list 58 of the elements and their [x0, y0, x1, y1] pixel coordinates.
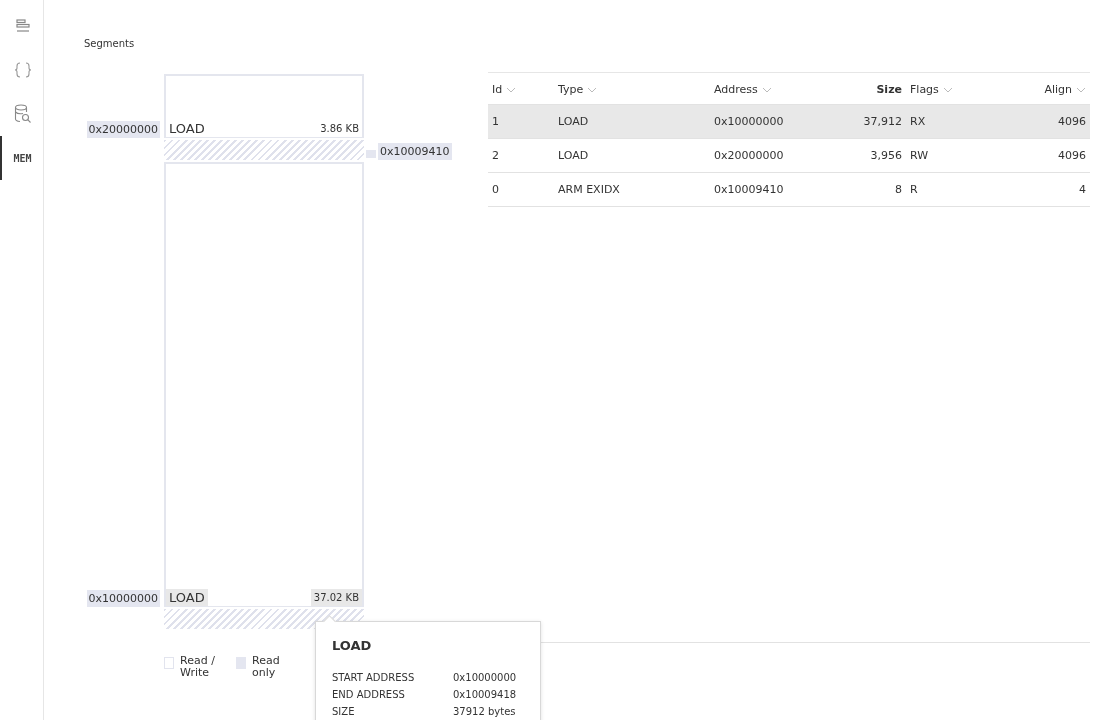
chevron-icon	[942, 87, 953, 93]
table-row[interactable]: 2 LOAD 0x20000000 3,956 RW 4096	[488, 138, 1090, 173]
address-label: 0x20000000	[86, 121, 160, 139]
chevron-icon	[587, 87, 598, 93]
table-cell: 0x20000000	[710, 138, 848, 173]
table-cell: 4096	[1014, 138, 1090, 173]
segment-name: LOAD	[168, 120, 206, 138]
table-cell: 8	[848, 172, 906, 207]
table-cell: 3,956	[848, 138, 906, 173]
table-cell: 1	[488, 104, 554, 139]
tooltip-value: 0x10009418	[453, 688, 517, 702]
tooltip-label: END ADDRESS	[332, 688, 406, 702]
segment-block[interactable]: LOAD 3.86 KB	[164, 74, 364, 139]
column-header[interactable]: Id	[488, 72, 554, 105]
tooltip-value: 0x10000000	[453, 671, 517, 685]
table-row[interactable]: 1 LOAD 0x10000000 37,912 RX 4096	[488, 104, 1090, 139]
segment-size: 37.02 KB	[310, 589, 362, 606]
table-cell: 0	[488, 172, 554, 207]
table-cell: 0x10000000	[710, 104, 848, 139]
column-header[interactable]: Type	[554, 72, 710, 105]
table-cell: RW	[906, 138, 1014, 173]
braces-icon	[13, 62, 32, 78]
table-cell: LOAD	[554, 104, 710, 139]
table-cell: 0x10009410	[710, 172, 848, 207]
chevron-icon	[761, 87, 772, 93]
table-cell: 4096	[1014, 104, 1090, 139]
segment-size: 3.86 KB	[319, 122, 360, 137]
table-cell: ARM EXIDX	[554, 172, 710, 207]
legend-swatch	[164, 657, 174, 669]
column-header[interactable]: Size	[848, 72, 906, 105]
table-cell: R	[906, 172, 1014, 207]
table-cell: LOAD	[554, 138, 710, 173]
tooltip-title: LOAD	[332, 638, 373, 653]
section-title: Segments	[84, 38, 136, 49]
segment-name: LOAD	[166, 589, 208, 606]
tooltip-label: SIZE	[332, 705, 356, 719]
legend-swatch	[236, 657, 246, 669]
legend-label: Read only	[252, 655, 281, 679]
list-icon	[15, 19, 30, 33]
table-cell: 2	[488, 138, 554, 173]
chevron-icon	[1076, 87, 1086, 93]
address-label: 0x10000000	[86, 590, 160, 607]
tooltip-label: START ADDRESS	[332, 671, 416, 685]
tooltip-value: 37912 bytes	[453, 705, 516, 719]
chevron-icon	[506, 87, 517, 93]
table-row[interactable]: 0 ARM EXIDX 0x10009410 8 R 4	[488, 172, 1090, 207]
column-header[interactable]: Flags	[906, 72, 1014, 105]
address-label: 0x10009410	[378, 143, 452, 161]
database-search-icon	[13, 104, 32, 124]
read-only-marker	[366, 150, 376, 159]
mem-tab[interactable]: MEM	[0, 136, 43, 180]
table-cell: 37,912	[848, 104, 906, 139]
table-cell: 4	[1014, 172, 1090, 207]
table-cell: RX	[906, 104, 1014, 139]
column-header[interactable]: Align	[1014, 72, 1090, 105]
column-header[interactable]: Address	[710, 72, 848, 105]
legend-label: Read / Write	[180, 655, 216, 679]
segment-block[interactable]: LOAD 37.02 KB	[164, 162, 364, 607]
